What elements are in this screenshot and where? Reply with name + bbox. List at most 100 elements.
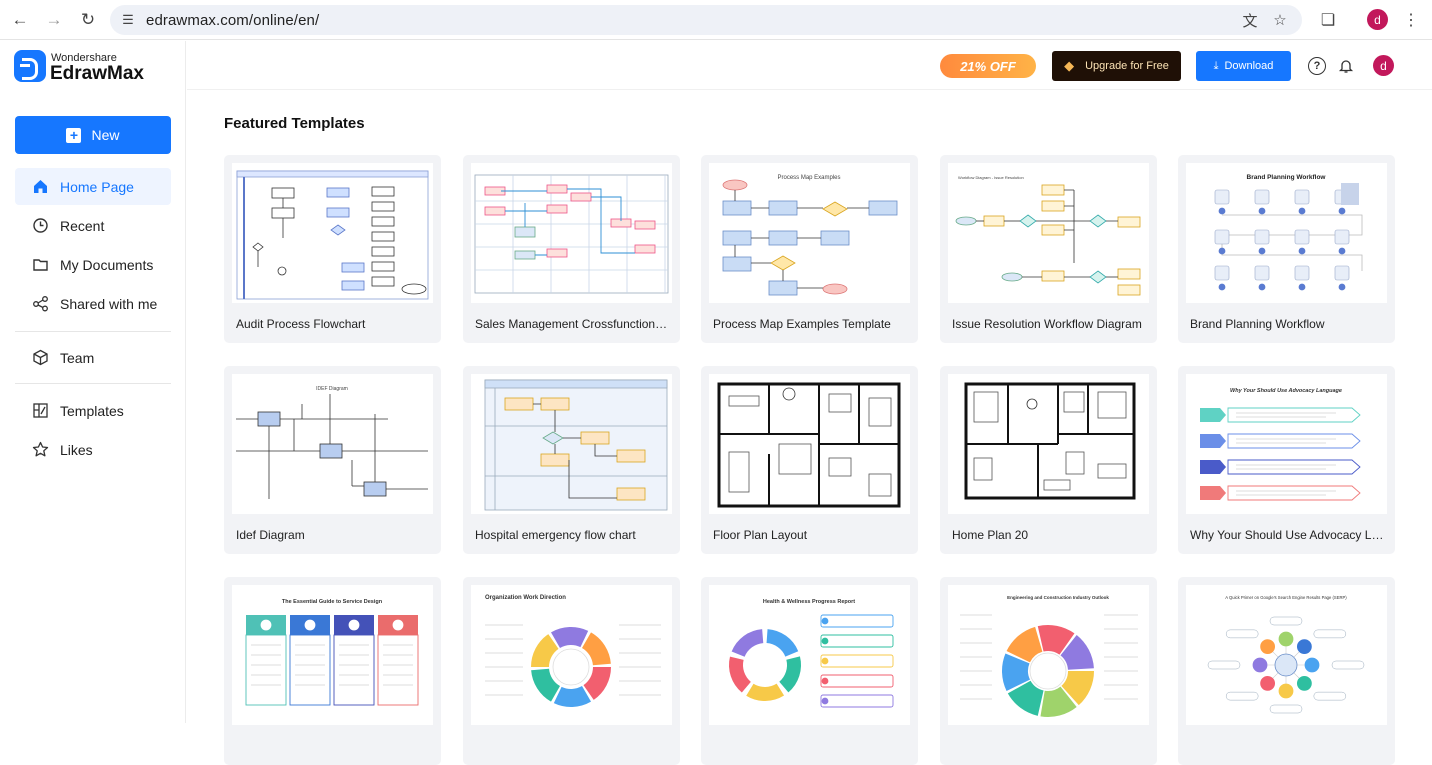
forward-icon[interactable]: → — [42, 8, 66, 32]
sidebar-item-label: Shared with me — [60, 295, 158, 312]
sidebar: Wondershare EdrawMax + New Home Page Rec… — [0, 41, 186, 723]
sidebar-item-likes[interactable]: Likes — [15, 431, 171, 468]
template-card[interactable]: Audit Process Flowchart — [224, 155, 441, 343]
bookmark-star-icon[interactable]: ☆ — [1270, 10, 1290, 30]
template-title: Process Map Examples Template — [713, 317, 891, 331]
extensions-icon[interactable]: ❏ — [1316, 8, 1340, 32]
template-card[interactable]: Engineering and Construction Industry Ou… — [940, 577, 1157, 765]
template-title: Issue Resolution Workflow Diagram — [952, 317, 1142, 331]
svg-text:The Essential Guide to Service: The Essential Guide to Service Design — [282, 599, 383, 605]
diamond-icon: ◆ — [1064, 58, 1075, 73]
sidebar-divider — [15, 383, 171, 384]
template-title: Brand Planning Workflow — [1190, 317, 1325, 331]
template-title: Floor Plan Layout — [713, 528, 808, 542]
sidebar-item-label: Home Page — [60, 178, 134, 195]
template-card[interactable]: Home Plan 20 — [940, 366, 1157, 554]
svg-text:IDEF Diagram: IDEF Diagram — [316, 386, 348, 392]
templates-icon — [32, 402, 49, 419]
upgrade-button[interactable]: ◆ Upgrade for Free — [1052, 51, 1181, 81]
sidebar-item-shared[interactable]: Shared with me — [15, 285, 171, 322]
upgrade-label: Upgrade for Free — [1085, 60, 1169, 72]
back-icon[interactable]: ← — [8, 8, 32, 32]
reload-icon[interactable]: ↻ — [76, 8, 100, 32]
sidebar-item-label: Recent — [60, 217, 105, 234]
template-title: Audit Process Flowchart — [236, 317, 366, 331]
template-card[interactable]: Process Map Examples Process Map Examples… — [701, 155, 918, 343]
svg-text:Health & Wellness Progress Rep: Health & Wellness Progress Report — [763, 599, 855, 605]
svg-text:Engineering and Construction I: Engineering and Construction Industry Ou… — [1007, 595, 1109, 600]
template-card[interactable]: Sales Management Crossfunctional P... — [463, 155, 680, 343]
template-thumbnail[interactable]: Engineering and Construction Industry Ou… — [948, 585, 1149, 725]
sidebar-item-recent[interactable]: Recent — [15, 207, 171, 244]
new-button[interactable]: + New — [15, 116, 171, 154]
share-icon — [32, 295, 49, 312]
template-card[interactable]: Brand Planning Workflow Brand Planning Wo… — [1178, 155, 1395, 343]
sidebar-item-label: Templates — [60, 402, 124, 419]
sidebar-item-label: Likes — [60, 441, 93, 458]
notification-bell-icon[interactable] — [1337, 57, 1355, 75]
section-title: Featured Templates — [224, 115, 365, 132]
template-title: Why Your Should Use Advocacy Lang... — [1190, 528, 1386, 542]
template-thumbnail[interactable]: Why Your Should Use Advocacy Language — [1186, 374, 1387, 514]
template-card[interactable]: Hospital emergency flow chart — [463, 366, 680, 554]
template-card[interactable]: The Essential Guide to Service Design — [224, 577, 441, 765]
template-card[interactable]: A Quick Primer on Google’s Search Engine… — [1178, 577, 1395, 765]
site-settings-icon[interactable]: ☰ — [118, 10, 138, 30]
address-bar[interactable]: ☰ edrawmax.com/online/en/ 文 ☆ — [110, 5, 1302, 35]
template-thumbnail[interactable] — [948, 374, 1149, 514]
template-card[interactable]: IDEF Diagram Idef Diagram — [224, 366, 441, 554]
folder-icon — [32, 256, 49, 273]
template-title: Home Plan 20 — [952, 528, 1029, 542]
sidebar-item-templates[interactable]: Templates — [15, 392, 171, 429]
download-icon: ⤓ — [1213, 59, 1219, 72]
clock-icon — [32, 217, 49, 234]
url-text[interactable]: edrawmax.com/online/en/ — [146, 12, 319, 29]
template-thumbnail[interactable]: Health & Wellness Progress Report — [709, 585, 910, 725]
template-thumbnail[interactable]: Organization Work Direction — [471, 585, 672, 725]
template-thumbnail[interactable]: Process Map Examples — [709, 163, 910, 303]
template-card[interactable]: Workflow Diagram - Issue Resolution Issue… — [940, 155, 1157, 343]
sidebar-item-label: My Documents — [60, 256, 154, 273]
browser-toolbar: ← → ↻ ☰ edrawmax.com/online/en/ 文 ☆ ❏ d … — [0, 0, 1432, 40]
template-card[interactable]: Floor Plan Layout — [701, 366, 918, 554]
template-thumbnail[interactable]: The Essential Guide to Service Design — [232, 585, 433, 725]
svg-text:Workflow Diagram - Issue Resol: Workflow Diagram - Issue Resolution — [958, 175, 1024, 180]
template-card[interactable]: Health & Wellness Progress Report — [701, 577, 918, 765]
download-button[interactable]: ⤓ Download — [1196, 51, 1291, 81]
template-thumbnail[interactable]: Brand Planning Workflow — [1186, 163, 1387, 303]
svg-text:Why Your Should Use Advocacy L: Why Your Should Use Advocacy Language — [1230, 388, 1342, 394]
download-label: Download — [1224, 60, 1274, 72]
user-avatar[interactable]: d — [1373, 55, 1394, 76]
discount-promo-badge[interactable]: 21% OFF — [940, 54, 1036, 78]
svg-text:A Quick Primer on Google’s Sea: A Quick Primer on Google’s Search Engine… — [1225, 595, 1347, 600]
template-thumbnail[interactable] — [471, 163, 672, 303]
translate-icon[interactable]: 文 — [1240, 10, 1260, 30]
svg-text:Brand Planning Workflow: Brand Planning Workflow — [1247, 174, 1327, 181]
browser-menu-icon[interactable]: ⋮ — [1399, 8, 1423, 32]
sidebar-divider — [15, 331, 171, 332]
help-icon[interactable]: ? — [1308, 57, 1326, 75]
template-thumbnail[interactable] — [232, 163, 433, 303]
team-icon — [32, 349, 49, 366]
topbar-divider — [187, 89, 1432, 90]
template-thumbnail[interactable]: Workflow Diagram - Issue Resolution — [948, 163, 1149, 303]
template-title: Hospital emergency flow chart — [475, 528, 636, 542]
sidebar-item-home[interactable]: Home Page — [15, 168, 171, 205]
template-thumbnail[interactable] — [471, 374, 672, 514]
template-thumbnail[interactable] — [709, 374, 910, 514]
sidebar-item-label: Team — [60, 349, 95, 366]
browser-profile-avatar[interactable]: d — [1367, 9, 1388, 30]
plus-icon: + — [66, 127, 82, 143]
sidebar-item-team[interactable]: Team — [15, 339, 171, 376]
home-icon — [32, 178, 49, 195]
svg-text:Organization Work Direction: Organization Work Direction — [485, 595, 566, 601]
template-thumbnail[interactable]: IDEF Diagram — [232, 374, 433, 514]
template-card[interactable]: Organization Work Direction — [463, 577, 680, 765]
svg-text:Process Map Examples: Process Map Examples — [777, 175, 840, 181]
sidebar-item-my-documents[interactable]: My Documents — [15, 246, 171, 283]
new-button-label: New — [91, 127, 120, 143]
edrawmax-logo-icon — [14, 50, 46, 82]
template-title: Sales Management Crossfunctional P... — [475, 317, 671, 331]
template-card[interactable]: Why Your Should Use Advocacy Language Why… — [1178, 366, 1395, 554]
template-thumbnail[interactable]: A Quick Primer on Google’s Search Engine… — [1186, 585, 1387, 725]
